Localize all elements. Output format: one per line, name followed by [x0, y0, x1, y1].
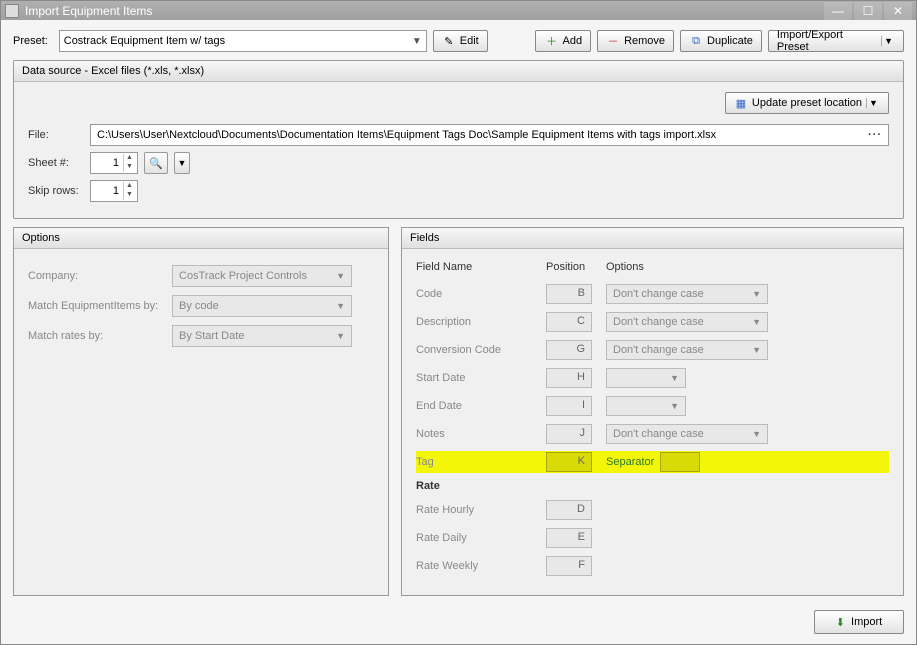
match-equipment-select: By code ▼	[172, 295, 352, 317]
case-select[interactable]: Don't change case▼	[606, 284, 768, 304]
spin-down-icon[interactable]: ▼	[123, 163, 135, 172]
field-row: Rate Daily E	[416, 527, 889, 549]
pencil-icon: ✎	[442, 34, 456, 48]
position-input[interactable]: I	[546, 396, 592, 416]
chevron-down-icon: ▼	[881, 36, 895, 46]
field-row: Description C Don't change case▼	[416, 311, 889, 333]
date-select[interactable]: ▼	[606, 396, 686, 416]
import-export-preset-button[interactable]: Import/Export Preset ▼	[768, 30, 904, 52]
fields-columns-header: Field Name Position Options	[416, 261, 889, 273]
company-label: Company:	[28, 270, 164, 282]
chevron-down-icon: ▼	[866, 98, 880, 108]
field-row: End Date I ▼	[416, 395, 889, 417]
position-input[interactable]: J	[546, 424, 592, 444]
chevron-down-icon: ▼	[752, 289, 761, 299]
preset-row: Preset: Costrack Equipment Item w/ tags …	[13, 30, 904, 52]
case-select[interactable]: Don't change case▼	[606, 312, 768, 332]
position-input[interactable]: H	[546, 368, 592, 388]
position-input[interactable]: B	[546, 284, 592, 304]
chevron-down-icon: ▼	[412, 36, 422, 47]
date-select[interactable]: ▼	[606, 368, 686, 388]
skip-rows-label: Skip rows:	[28, 185, 84, 197]
field-row: Start Date H ▼	[416, 367, 889, 389]
position-input[interactable]: E	[546, 528, 592, 548]
preview-dropdown[interactable]: ▼	[174, 152, 190, 174]
match-rates-select: By Start Date ▼	[172, 325, 352, 347]
file-label: File:	[28, 129, 84, 141]
edit-button[interactable]: ✎ Edit	[433, 30, 488, 52]
preview-button[interactable]: 🔍	[144, 152, 168, 174]
match-equipment-label: Match EquipmentItems by:	[28, 300, 164, 312]
window-title: Import Equipment Items	[25, 4, 824, 18]
field-row: Rate Hourly D	[416, 499, 889, 521]
field-row: Code B Don't change case▼	[416, 283, 889, 305]
chevron-down-icon: ▼	[670, 373, 679, 383]
duplicate-button[interactable]: ⧉ Duplicate	[680, 30, 762, 52]
position-input[interactable]: F	[546, 556, 592, 576]
titlebar: Import Equipment Items — ☐ ✕	[1, 1, 916, 20]
chevron-down-icon: ▼	[178, 158, 187, 168]
chevron-down-icon: ▼	[336, 301, 345, 311]
magnifier-icon: 🔍	[149, 157, 163, 170]
spin-up-icon[interactable]: ▲	[123, 182, 135, 191]
plus-icon: ＋	[544, 34, 558, 48]
position-input[interactable]: G	[546, 340, 592, 360]
chevron-down-icon: ▼	[336, 331, 345, 341]
import-button[interactable]: ⬇ Import	[814, 610, 904, 634]
field-row-rate-header: Rate	[416, 479, 889, 493]
position-input[interactable]: K	[546, 452, 592, 472]
preset-value: Costrack Equipment Item w/ tags	[64, 35, 225, 47]
file-input[interactable]: C:\Users\User\Nextcloud\Documents\Docume…	[90, 124, 889, 146]
chevron-down-icon: ▼	[336, 271, 345, 281]
chevron-down-icon: ▼	[752, 345, 761, 355]
separator-input[interactable]	[660, 452, 700, 472]
case-select[interactable]: Don't change case▼	[606, 340, 768, 360]
position-input[interactable]: C	[546, 312, 592, 332]
app-icon	[5, 4, 19, 18]
chevron-down-icon: ▼	[670, 401, 679, 411]
browse-button[interactable]: ···	[868, 129, 882, 141]
import-icon: ⬇	[836, 616, 845, 629]
minus-icon: －	[606, 34, 620, 48]
position-input[interactable]: D	[546, 500, 592, 520]
match-rates-label: Match rates by:	[28, 330, 164, 342]
data-source-header: Data source - Excel files (*.xls, *.xlsx…	[14, 61, 903, 82]
field-row: Conversion Code G Don't change case▼	[416, 339, 889, 361]
field-row: Rate Weekly F	[416, 555, 889, 577]
copy-icon: ⧉	[689, 34, 703, 48]
sheet-spinner[interactable]: 1 ▲ ▼	[90, 152, 138, 174]
preset-label: Preset:	[13, 35, 53, 47]
location-icon: ▦	[734, 96, 748, 110]
fields-header: Fields	[402, 228, 903, 249]
add-button[interactable]: ＋ Add	[535, 30, 591, 52]
fields-panel: Fields Field Name Position Options Code …	[401, 227, 904, 596]
maximize-button[interactable]: ☐	[854, 2, 882, 20]
field-row: Notes J Don't change case▼	[416, 423, 889, 445]
case-select[interactable]: Don't change case▼	[606, 424, 768, 444]
import-equipment-window: Import Equipment Items — ☐ ✕ Preset: Cos…	[0, 0, 917, 645]
options-header: Options	[14, 228, 388, 249]
chevron-down-icon: ▼	[752, 429, 761, 439]
data-source-panel: Data source - Excel files (*.xls, *.xlsx…	[13, 60, 904, 219]
company-select: CosTrack Project Controls ▼	[172, 265, 352, 287]
chevron-down-icon: ▼	[752, 317, 761, 327]
skip-rows-spinner[interactable]: 1 ▲ ▼	[90, 180, 138, 202]
preset-select[interactable]: Costrack Equipment Item w/ tags ▼	[59, 30, 427, 52]
remove-button[interactable]: － Remove	[597, 30, 674, 52]
update-preset-location-button[interactable]: ▦ Update preset location ▼	[725, 92, 889, 114]
minimize-button[interactable]: —	[824, 2, 852, 20]
spin-down-icon[interactable]: ▼	[123, 191, 135, 200]
separator-label: Separator	[606, 456, 654, 468]
field-row-tag: Tag K Separator	[416, 451, 889, 473]
sheet-label: Sheet #:	[28, 157, 84, 169]
close-button[interactable]: ✕	[884, 2, 912, 20]
spin-up-icon[interactable]: ▲	[123, 154, 135, 163]
options-panel: Options Company: CosTrack Project Contro…	[13, 227, 389, 596]
file-path: C:\Users\User\Nextcloud\Documents\Docume…	[97, 129, 716, 141]
